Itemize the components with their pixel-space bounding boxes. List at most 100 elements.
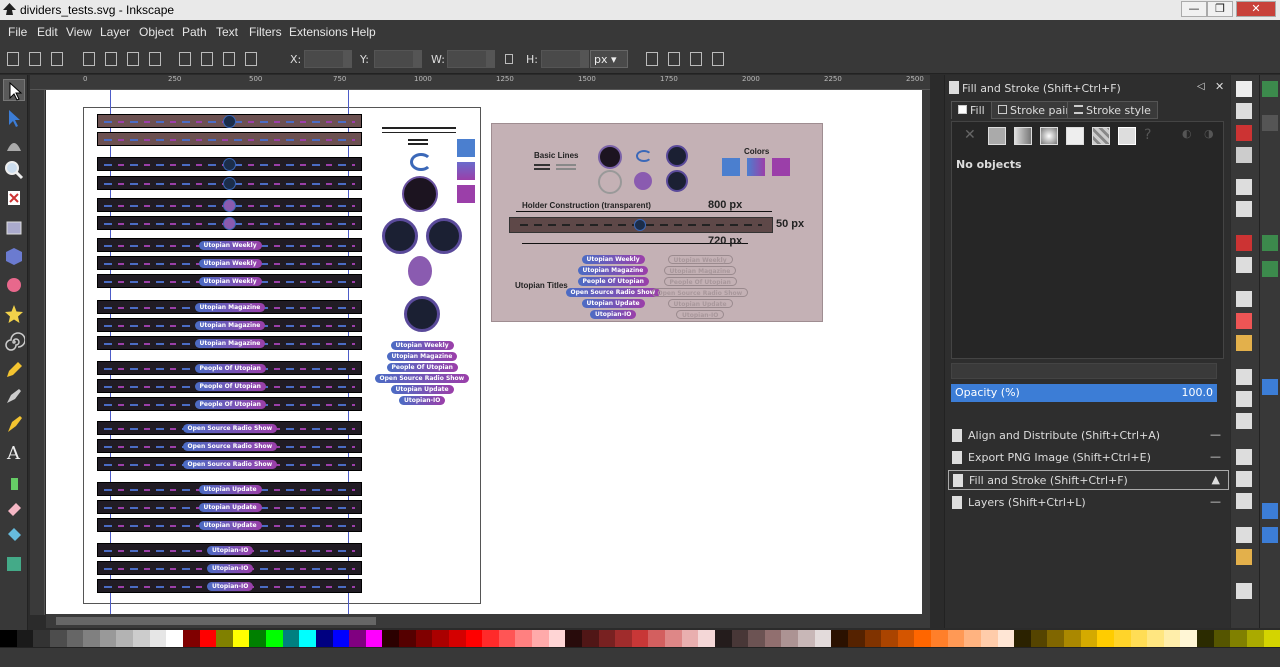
ungroup-icon[interactable]	[1236, 549, 1252, 565]
spiral-tool-icon[interactable]	[3, 331, 26, 353]
blur-slider[interactable]	[951, 363, 1217, 379]
palette-swatch[interactable]	[1263, 630, 1280, 647]
palette-swatch[interactable]	[864, 630, 882, 647]
palette-swatch[interactable]	[964, 630, 981, 647]
raise-to-top-button[interactable]	[176, 49, 194, 69]
minimize-icon[interactable]: —	[1210, 428, 1221, 441]
palette-swatch[interactable]	[382, 630, 399, 647]
palette-swatch[interactable]	[731, 630, 749, 647]
zoom-page-icon[interactable]	[1236, 413, 1252, 429]
scale-stroke-button[interactable]	[643, 49, 661, 69]
move-gradients-button[interactable]	[687, 49, 705, 69]
palette-swatch[interactable]	[166, 630, 183, 647]
snap-grid-icon[interactable]	[1262, 503, 1278, 519]
undo-icon[interactable]	[1236, 235, 1252, 251]
menu-view[interactable]: View	[66, 25, 92, 39]
palette-swatch[interactable]	[781, 630, 798, 647]
palette-swatch[interactable]	[665, 630, 682, 647]
flat-color-icon[interactable]	[988, 127, 1006, 145]
h-spinner[interactable]	[580, 50, 589, 68]
select-all-button[interactable]	[4, 49, 22, 69]
divider-strip[interactable]: Utopian Magazine	[97, 300, 362, 314]
palette-swatch[interactable]	[315, 630, 333, 647]
3d-box-tool-icon[interactable]	[3, 245, 25, 267]
rotate-ccw-button[interactable]	[80, 49, 98, 69]
palette-swatch[interactable]	[0, 630, 17, 647]
close-dialog-icon[interactable]: ✕	[1215, 80, 1224, 93]
palette-swatch[interactable]	[1030, 630, 1048, 647]
swatch-icon[interactable]	[1118, 127, 1136, 145]
h-input[interactable]	[541, 50, 581, 68]
spray-tool-icon[interactable]	[3, 471, 25, 493]
menu-edit[interactable]: Edit	[37, 25, 58, 39]
divider-strip[interactable]: Utopian-IO	[97, 579, 362, 593]
palette-swatch[interactable]	[249, 630, 266, 647]
palette-swatch[interactable]	[748, 630, 765, 647]
tab-fill[interactable]: Fill	[951, 101, 992, 119]
snap-guide-lines-icon[interactable]	[1262, 527, 1278, 543]
palette-swatch[interactable]	[1246, 630, 1264, 647]
palette-swatch[interactable]	[1014, 630, 1031, 647]
w-input[interactable]	[447, 50, 487, 68]
tweak-tool-icon[interactable]	[3, 133, 25, 155]
pattern-icon[interactable]	[1092, 127, 1110, 145]
palette-swatch[interactable]	[498, 630, 516, 647]
lower-to-bottom-button[interactable]	[242, 49, 260, 69]
scroll-thumb[interactable]	[56, 617, 376, 625]
divider-strip[interactable]: Utopian Weekly	[97, 256, 362, 270]
palette-swatch[interactable]	[914, 630, 931, 647]
palette-swatch[interactable]	[1130, 630, 1148, 647]
palette-swatch[interactable]	[1147, 630, 1164, 647]
lower-button[interactable]	[220, 49, 238, 69]
palette-swatch[interactable]	[931, 630, 948, 647]
divider-strip[interactable]	[97, 132, 362, 146]
palette-swatch[interactable]	[897, 630, 915, 647]
divider-strip[interactable]: Utopian Update	[97, 500, 362, 514]
palette-swatch[interactable]	[33, 630, 50, 647]
w-spinner[interactable]	[486, 50, 495, 68]
palette-swatch[interactable]	[482, 630, 499, 647]
gradient-tool-icon[interactable]	[3, 553, 25, 575]
palette-swatch[interactable]	[365, 630, 383, 647]
palette-swatch[interactable]	[465, 630, 483, 647]
tab-stroke-style[interactable]: Stroke style	[1067, 101, 1158, 119]
menu-text[interactable]: Text	[216, 25, 238, 39]
open-icon[interactable]	[1236, 103, 1252, 119]
palette-swatch[interactable]	[16, 630, 34, 647]
flip-vertical-button[interactable]	[146, 49, 164, 69]
snap-bbox-icon[interactable]	[1262, 115, 1278, 131]
palette-swatch[interactable]	[149, 630, 167, 647]
redo-icon[interactable]	[1236, 257, 1252, 273]
menu-path[interactable]: Path	[182, 25, 207, 39]
collapse-icon[interactable]: ◁	[1197, 81, 1205, 92]
eraser-tool-icon[interactable]	[3, 497, 25, 519]
x-input[interactable]	[304, 50, 344, 68]
rectangle-tool-icon[interactable]	[3, 217, 25, 239]
zoom-selection-icon[interactable]	[1236, 369, 1252, 385]
raise-button[interactable]	[198, 49, 216, 69]
minimize-icon[interactable]: —	[1210, 450, 1221, 463]
fill-rule-evenodd-icon[interactable]: ◐	[1182, 127, 1200, 145]
palette-swatch[interactable]	[681, 630, 699, 647]
divider-strip[interactable]: People Of Utopian	[97, 361, 362, 375]
palette-swatch[interactable]	[182, 630, 200, 647]
palette-swatch[interactable]	[299, 630, 316, 647]
zoom-drawing-icon[interactable]	[1236, 391, 1252, 407]
palette-swatch[interactable]	[565, 630, 582, 647]
palette-swatch[interactable]	[698, 630, 715, 647]
y-spinner[interactable]	[413, 50, 422, 68]
node-tool-icon[interactable]	[3, 107, 25, 129]
divider-strip[interactable]: Utopian-IO	[97, 561, 362, 575]
text-tool-icon[interactable]: A	[3, 441, 25, 464]
divider-strip[interactable]: Open Source Radio Show	[97, 439, 362, 453]
palette-swatch[interactable]	[598, 630, 616, 647]
print-icon[interactable]	[1236, 147, 1252, 163]
palette-swatch[interactable]	[66, 630, 84, 647]
palette-swatch[interactable]	[83, 630, 100, 647]
palette-swatch[interactable]	[631, 630, 649, 647]
palette-swatch[interactable]	[648, 630, 665, 647]
section-export-png[interactable]: Export PNG Image (Shift+Ctrl+E) —	[948, 448, 1229, 468]
scale-corners-button[interactable]	[665, 49, 683, 69]
divider-strip[interactable]: Utopian Update	[97, 518, 362, 532]
flip-horizontal-button[interactable]	[124, 49, 142, 69]
